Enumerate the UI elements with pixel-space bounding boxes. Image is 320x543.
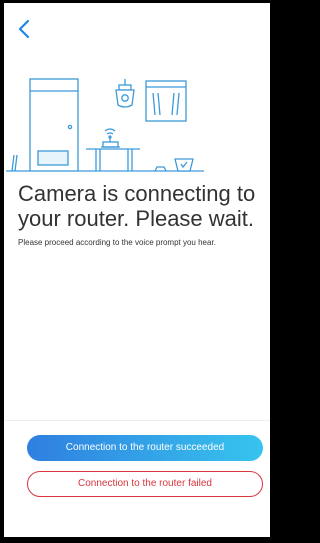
page-title: Camera is connecting to your router. Ple…	[18, 181, 256, 231]
voice-prompt-hint: Please proceed according to the voice pr…	[18, 238, 216, 247]
connection-succeeded-button[interactable]: Connection to the router succeeded	[27, 435, 263, 461]
router-connection-illustration	[6, 78, 204, 172]
chevron-left-icon	[18, 19, 30, 39]
back-button[interactable]	[14, 17, 34, 41]
connection-failed-button[interactable]: Connection to the router failed	[27, 471, 263, 497]
divider	[4, 420, 270, 421]
device-edge	[270, 0, 277, 543]
screen: Camera is connecting to your router. Ple…	[4, 3, 270, 537]
